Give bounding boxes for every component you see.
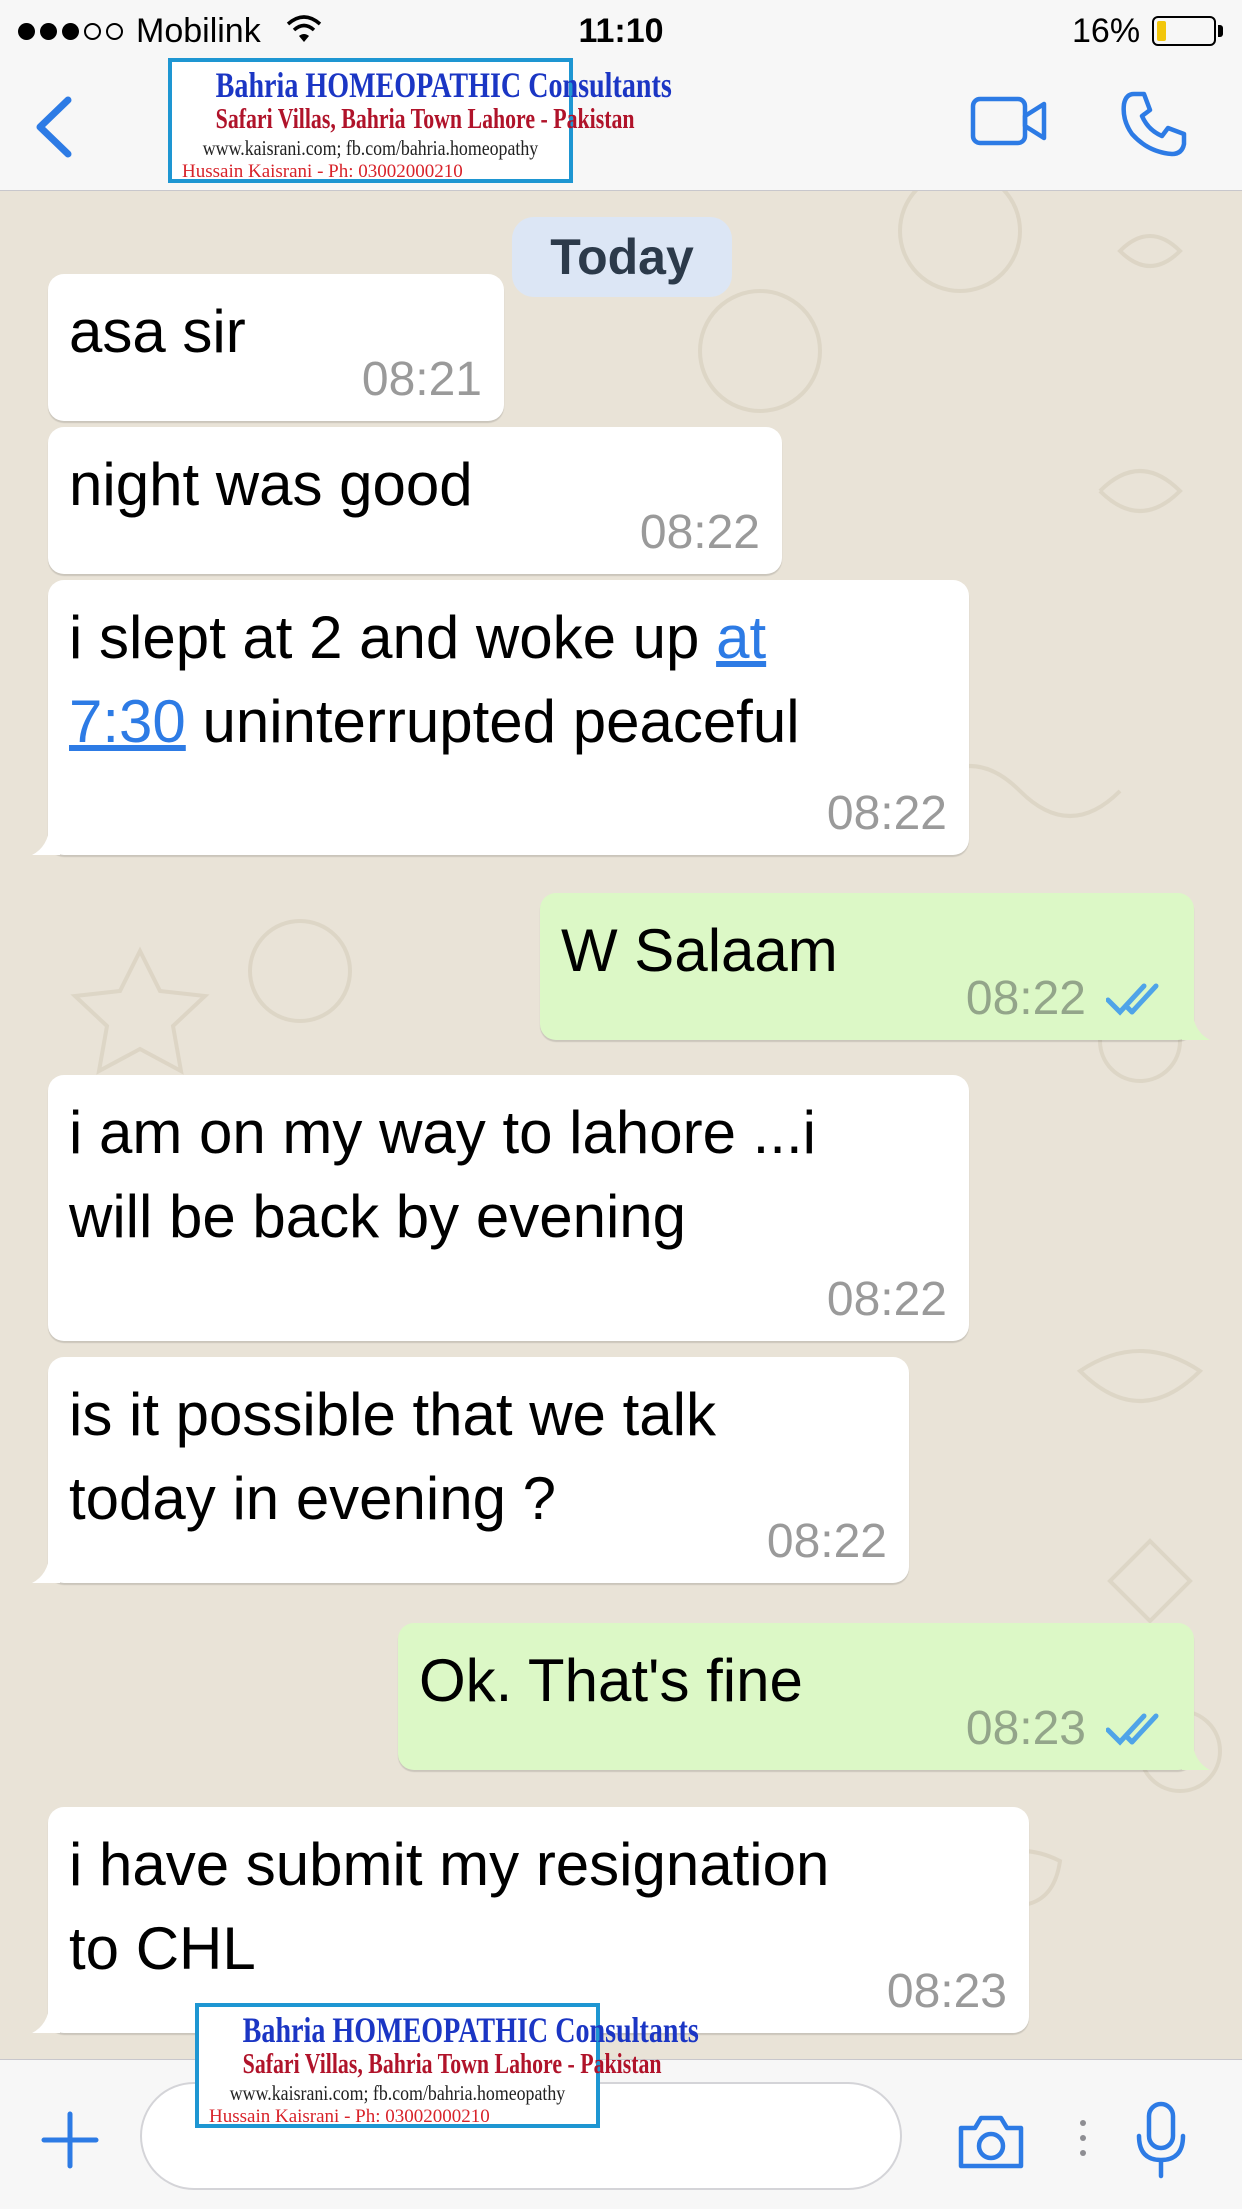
battery-icon — [1152, 16, 1216, 46]
message-line: today in evening ? — [69, 1465, 557, 1532]
message-timestamp: 08:22 — [826, 1273, 947, 1326]
message-list[interactable]: Today asa sir 08:21 night was good 08:22… — [0, 191, 1242, 2059]
plus-icon[interactable] — [40, 2110, 100, 2170]
message-bubble-incoming[interactable]: night was good 08:22 — [48, 427, 782, 574]
watermark-line: Bahria HOMEOPATHIC Consultants — [215, 65, 672, 105]
watermark-line: Hussain Kaisrani - Ph: 03002000210 — [182, 161, 463, 182]
message-bubble-incoming[interactable]: asa sir 08:21 — [48, 274, 504, 421]
bubble-tail — [1182, 1740, 1210, 1770]
message-timestamp: 08:21 — [361, 353, 482, 406]
message-bubble-incoming[interactable]: i am on my way to lahore ...i will be bac… — [48, 1075, 969, 1341]
message-line: to CHL — [69, 1915, 256, 1982]
read-receipt-icon — [1106, 1713, 1159, 1746]
battery-nub — [1218, 25, 1223, 37]
watermark-stamp: Bahria HOMEOPATHIC Consultants Safari Vi… — [195, 2003, 699, 2128]
message-text: is it possible that we talk today in even… — [69, 1373, 888, 1541]
watermark-line: www.kaisrani.com; fb.com/bahria.homeopat… — [229, 2081, 566, 2105]
message-timestamp: 08:22 — [766, 1515, 887, 1568]
back-chevron-icon[interactable] — [30, 92, 80, 162]
battery-percentage: 16% — [1072, 12, 1141, 50]
message-bubble-incoming[interactable]: is it possible that we talk today in even… — [32, 1357, 909, 1583]
video-call-icon[interactable] — [970, 94, 1048, 150]
time-link[interactable]: 7:30 — [69, 688, 186, 755]
bubble-tail — [32, 2003, 60, 2033]
more-dots-icon — [1080, 2120, 1086, 2156]
phone-icon[interactable] — [1118, 88, 1190, 160]
message-timestamp: 08:22 — [965, 972, 1086, 1025]
message-line: will be back by evening — [69, 1183, 687, 1250]
camera-icon[interactable] — [955, 2112, 1027, 2172]
message-bubble-incoming[interactable]: i have submit my resignation to CHL 08:23 — [32, 1807, 1029, 2033]
message-text: i have submit my resignation to CHL — [69, 1823, 1008, 1991]
message-timestamp: 08:22 — [826, 787, 947, 840]
watermark-line: Bahria HOMEOPATHIC Consultants — [242, 2010, 699, 2050]
message-line: i am on my way to lahore ...i — [69, 1099, 816, 1166]
status-bar: Mobilink 11:10 16% — [0, 0, 1242, 62]
date-divider: Today — [512, 217, 732, 297]
message-bubble-outgoing[interactable]: Ok. That's fine 08:23 — [398, 1623, 1210, 1770]
message-line: i have submit my resignation — [69, 1831, 830, 1898]
message-timestamp: 08:22 — [639, 506, 760, 559]
bubble-tail — [1182, 1010, 1210, 1040]
clock: 11:10 — [578, 12, 664, 50]
microphone-icon[interactable] — [1135, 2100, 1187, 2180]
message-text: i slept at 2 and woke up at 7:30 uninterr… — [69, 596, 948, 764]
bubble-tail — [32, 1553, 60, 1583]
message-bubble-outgoing[interactable]: W Salaam 08:22 — [540, 893, 1210, 1040]
message-timestamp: 08:23 — [965, 1702, 1086, 1755]
read-receipt-icon — [1106, 983, 1159, 1016]
message-text-part: i slept at 2 and woke up — [69, 604, 717, 671]
watermark-line: Safari Villas, Bahria Town Lahore - Paki… — [242, 2049, 662, 2080]
time-link[interactable]: at — [716, 604, 766, 671]
watermark-line: Safari Villas, Bahria Town Lahore - Paki… — [215, 104, 635, 135]
message-composer — [0, 2059, 1242, 2209]
bubble-tail — [32, 825, 60, 855]
message-bubble-incoming[interactable]: i slept at 2 and woke up at 7:30 uninterr… — [32, 580, 969, 855]
watermark-line: Hussain Kaisrani - Ph: 03002000210 — [209, 2106, 490, 2127]
watermark-stamp: Bahria HOMEOPATHIC Consultants Safari Vi… — [168, 58, 672, 183]
message-timestamp: 08:23 — [886, 1965, 1007, 2018]
message-text: i am on my way to lahore ...i will be bac… — [69, 1091, 948, 1259]
watermark-line: www.kaisrani.com; fb.com/bahria.homeopat… — [202, 136, 539, 160]
message-line: is it possible that we talk — [69, 1381, 716, 1448]
message-text-part: uninterrupted peaceful — [185, 688, 800, 755]
